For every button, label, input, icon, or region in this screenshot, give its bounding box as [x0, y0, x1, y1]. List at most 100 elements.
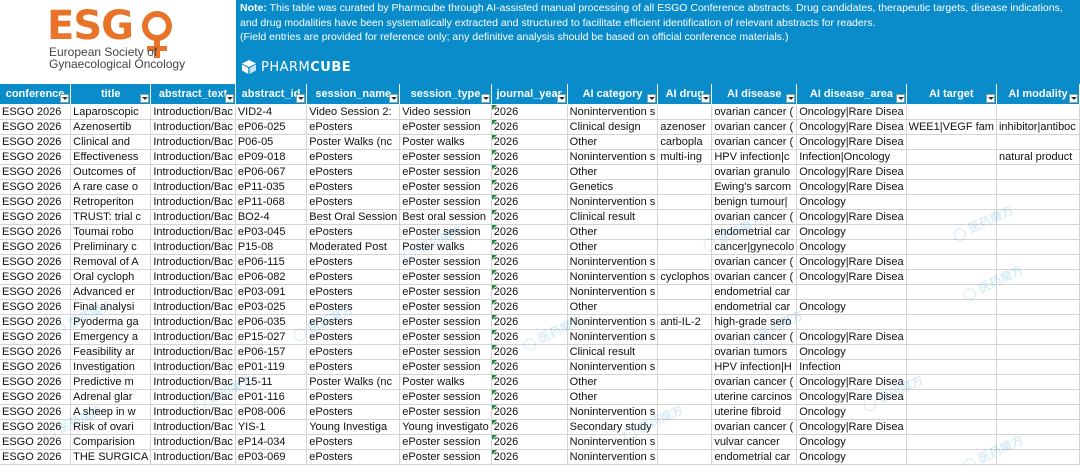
filter-dropdown-icon[interactable]	[895, 94, 905, 103]
column-header-ai-target[interactable]: AI target	[906, 84, 997, 105]
table-cell[interactable]: ePosters	[306, 224, 401, 240]
table-cell[interactable]: ESGO 2026	[0, 254, 72, 270]
table-cell[interactable]: Introduction/Bac	[150, 224, 236, 240]
table-cell[interactable]: 2026	[491, 179, 568, 195]
table-cell[interactable]: ePoster session	[399, 269, 492, 285]
table-cell[interactable]	[906, 389, 997, 405]
table-cell[interactable]: ovarian granulo	[711, 164, 798, 180]
table-cell[interactable]: Oncology|Rare Disea	[796, 179, 907, 195]
table-cell[interactable]	[996, 224, 1080, 240]
table-cell[interactable]: ESGO 2026	[0, 239, 72, 255]
table-cell[interactable]: Introduction/Bac	[150, 179, 236, 195]
table-cell[interactable]: 2026	[491, 374, 568, 390]
table-cell[interactable]: ESGO 2026	[0, 119, 72, 135]
table-cell[interactable]: Introduction/Bac	[150, 449, 236, 465]
table-cell[interactable]: ovarian cancer (	[711, 374, 798, 390]
table-cell[interactable]	[657, 164, 713, 180]
table-cell[interactable]: Introduction/Bac	[150, 104, 236, 120]
table-cell[interactable]: endometrial car	[711, 284, 798, 300]
table-cell[interactable]: 2026	[491, 404, 568, 420]
table-cell[interactable]	[906, 134, 997, 150]
table-cell[interactable]: eP06-157	[235, 344, 308, 360]
table-cell[interactable]: Introduction/Bac	[150, 134, 236, 150]
table-cell[interactable]: Introduction/Bac	[150, 359, 236, 375]
table-cell[interactable]: ePoster session	[399, 284, 492, 300]
table-cell[interactable]: ESGO 2026	[0, 284, 72, 300]
table-cell[interactable]	[657, 434, 713, 450]
table-cell[interactable]: 2026	[491, 104, 568, 120]
table-cell[interactable]	[657, 329, 713, 345]
table-cell[interactable]: Other	[567, 224, 659, 240]
table-cell[interactable]: A rare case o	[70, 179, 152, 195]
table-cell[interactable]: 2026	[491, 149, 568, 165]
table-cell[interactable]	[906, 404, 997, 420]
table-cell[interactable]: ePoster session	[399, 119, 492, 135]
table-cell[interactable]: ESGO 2026	[0, 224, 72, 240]
table-cell[interactable]	[996, 314, 1080, 330]
table-cell[interactable]: Oncology	[796, 299, 907, 315]
table-cell[interactable]: anti-IL-2	[657, 314, 713, 330]
table-cell[interactable]: ePoster session	[399, 179, 492, 195]
table-cell[interactable]: Other	[567, 239, 659, 255]
table-cell[interactable]: eP06-082	[235, 269, 308, 285]
filter-dropdown-icon[interactable]	[60, 94, 70, 103]
table-cell[interactable]: Nonintervention s	[567, 359, 659, 375]
table-cell[interactable]: ePosters	[306, 254, 401, 270]
filter-dropdown-icon[interactable]	[701, 94, 711, 103]
table-cell[interactable]: eP08-006	[235, 404, 308, 420]
table-cell[interactable]: Effectiveness	[70, 149, 152, 165]
table-cell[interactable]: Introduction/Bac	[150, 254, 236, 270]
table-cell[interactable]	[996, 179, 1080, 195]
column-header-ai-disease-area[interactable]: AI disease_area	[796, 84, 907, 105]
table-cell[interactable]: Introduction/Bac	[150, 194, 236, 210]
table-cell[interactable]: ovarian cancer (	[711, 269, 798, 285]
table-cell[interactable]	[906, 329, 997, 345]
table-cell[interactable]: Azenosertib	[70, 119, 152, 135]
table-cell[interactable]: Poster walks	[399, 134, 492, 150]
table-cell[interactable]: Introduction/Bac	[150, 269, 236, 285]
table-cell[interactable]	[657, 449, 713, 465]
table-cell[interactable]: Clinical design	[567, 119, 659, 135]
table-cell[interactable]: Oncology|Rare Disea	[796, 254, 907, 270]
table-cell[interactable]: uterine carcinos	[711, 389, 798, 405]
table-cell[interactable]: ePoster session	[399, 449, 492, 465]
table-cell[interactable]: Poster Walks (nc	[306, 374, 401, 390]
table-cell[interactable]: Oncology|Rare Disea	[796, 104, 907, 120]
table-cell[interactable]: Young investigato	[399, 419, 492, 435]
column-header-ai-drug[interactable]: AI drug	[657, 84, 713, 105]
table-cell[interactable]: Oncology|Rare Disea	[796, 419, 907, 435]
column-header-conference[interactable]: conference	[0, 84, 72, 105]
table-cell[interactable]: ovarian cancer (	[711, 134, 798, 150]
table-cell[interactable]: Oncology	[796, 344, 907, 360]
table-cell[interactable]: eP03-045	[235, 224, 308, 240]
table-cell[interactable]: Oral cycloph	[70, 269, 152, 285]
table-cell[interactable]: ovarian cancer (	[711, 254, 798, 270]
table-cell[interactable]: Toumai robo	[70, 224, 152, 240]
table-cell[interactable]: Genetics	[567, 179, 659, 195]
filter-dropdown-icon[interactable]	[556, 94, 566, 103]
table-cell[interactable]: ESGO 2026	[0, 104, 72, 120]
table-cell[interactable]: eP09-018	[235, 149, 308, 165]
table-cell[interactable]	[657, 284, 713, 300]
table-cell[interactable]: Introduction/Bac	[150, 119, 236, 135]
table-cell[interactable]: natural product	[996, 149, 1080, 165]
filter-dropdown-icon[interactable]	[389, 94, 399, 103]
table-cell[interactable]: YIS-1	[235, 419, 308, 435]
table-cell[interactable]: Retroperiton	[70, 194, 152, 210]
table-cell[interactable]: eP01-116	[235, 389, 308, 405]
table-cell[interactable]: Best Oral Session	[306, 209, 401, 225]
table-cell[interactable]: Oncology|Rare Disea	[796, 164, 907, 180]
table-cell[interactable]: Introduction/Bac	[150, 209, 236, 225]
table-cell[interactable]	[657, 254, 713, 270]
table-cell[interactable]: ePosters	[306, 389, 401, 405]
table-cell[interactable]: ESGO 2026	[0, 164, 72, 180]
table-cell[interactable]: WEE1|VEGF fam	[906, 119, 997, 135]
table-cell[interactable]: cyclophos	[657, 269, 713, 285]
table-cell[interactable]: ePosters	[306, 359, 401, 375]
table-cell[interactable]: 2026	[491, 119, 568, 135]
table-cell[interactable]	[657, 359, 713, 375]
table-cell[interactable]: ePoster session	[399, 404, 492, 420]
table-cell[interactable]: ePosters	[306, 194, 401, 210]
table-cell[interactable]	[906, 239, 997, 255]
table-cell[interactable]: 2026	[491, 239, 568, 255]
